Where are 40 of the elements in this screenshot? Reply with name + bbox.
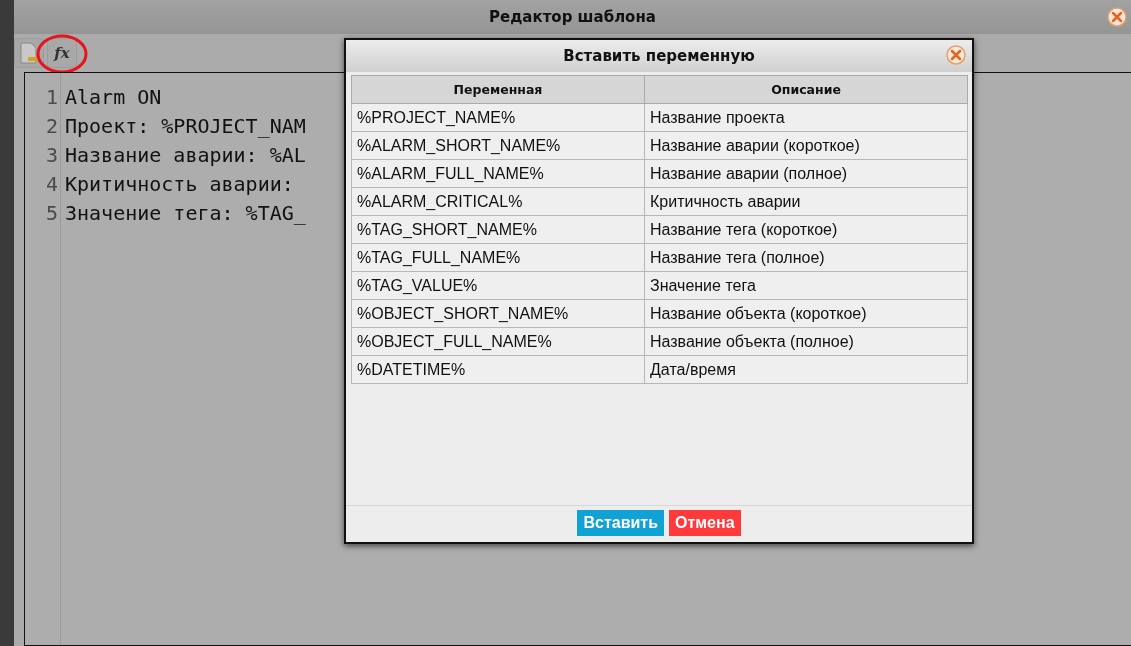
line-number: 1 (45, 84, 59, 111)
table-cell[interactable]: %DATETIME% (351, 355, 645, 384)
table-cell[interactable]: Название тега (полное) (644, 243, 968, 272)
table-cell[interactable]: Значение тега (644, 271, 968, 300)
table-cell[interactable]: %ALARM_FULL_NAME% (351, 159, 645, 188)
table-cell[interactable]: %PROJECT_NAME% (351, 103, 645, 132)
line-number: 4 (45, 171, 59, 198)
highlight-circle (36, 34, 88, 74)
table-cell[interactable]: %ALARM_SHORT_NAME% (351, 131, 645, 160)
table-cell[interactable]: %OBJECT_FULL_NAME% (351, 327, 645, 356)
code-line: Значение тега: %TAG_ (65, 200, 306, 227)
table-cell[interactable]: Название аварии (полное) (644, 159, 968, 188)
close-icon[interactable] (1107, 7, 1127, 27)
document-icon[interactable] (14, 38, 44, 68)
table-cell[interactable]: Название объекта (короткое) (644, 299, 968, 328)
table-cell[interactable]: %TAG_SHORT_NAME% (351, 215, 645, 244)
table-cell[interactable]: %TAG_FULL_NAME% (351, 243, 645, 272)
column-header: Переменная (351, 75, 645, 104)
table-cell[interactable]: Название проекта (644, 103, 968, 132)
cancel-button[interactable]: Отмена (668, 510, 741, 536)
table-cell[interactable]: Дата/время (644, 355, 968, 384)
code-line: Alarm ON (65, 84, 163, 111)
table-cell[interactable]: Критичность аварии (644, 187, 968, 216)
close-icon[interactable] (946, 45, 966, 65)
table-cell[interactable]: %ALARM_CRITICAL% (351, 187, 645, 216)
table-cell[interactable]: Название аварии (короткое) (644, 131, 968, 160)
window-title: Редактор шаблона (489, 8, 656, 26)
line-number: 5 (45, 200, 59, 227)
function-button[interactable]: fx (47, 38, 77, 68)
code-line: Проект: %PROJECT_NAM (65, 113, 306, 140)
code-line: Критичность аварии: (65, 171, 295, 198)
table-cell[interactable]: Название тега (короткое) (644, 215, 968, 244)
table-cell[interactable]: Название объекта (полное) (644, 327, 968, 356)
line-number: 3 (45, 142, 59, 169)
line-number: 2 (45, 113, 59, 140)
dialog-title: Вставить переменную (563, 47, 755, 65)
table-cell[interactable]: %OBJECT_SHORT_NAME% (351, 299, 645, 328)
table-cell[interactable]: %TAG_VALUE% (351, 271, 645, 300)
code-line: Название аварии: %AL (65, 142, 306, 169)
column-header: Описание (644, 75, 968, 104)
